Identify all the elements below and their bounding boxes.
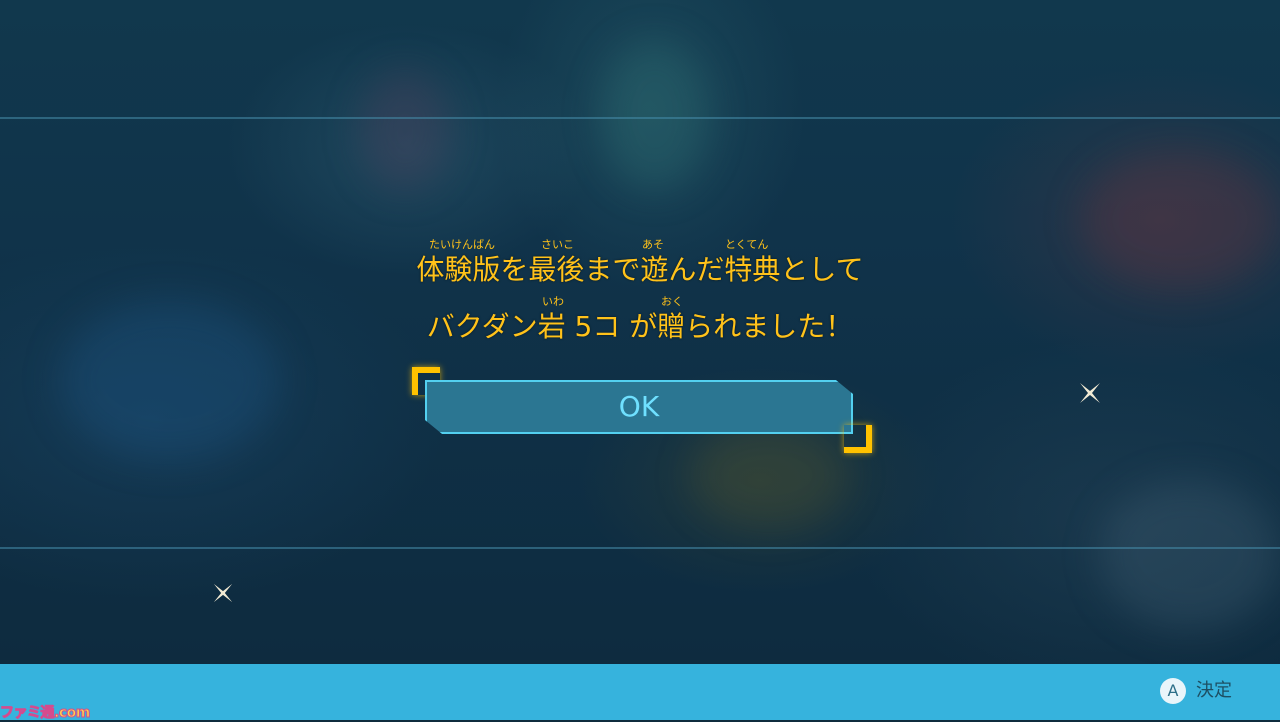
sparkle-icon <box>1080 383 1100 403</box>
a-button-icon: A <box>1160 678 1186 704</box>
dialog-message-line-2: バクダン岩 5コ が贈られました！ <box>426 310 854 343</box>
background-blob <box>600 40 710 190</box>
dialog-message-line-1: 体験版を最後まで遊んだ特典として <box>416 253 864 286</box>
background-blob <box>1100 480 1280 630</box>
footer-bar <box>0 664 1280 720</box>
selection-cursor-bottom-right <box>844 425 872 453</box>
background-blob <box>360 70 450 190</box>
divider-line-top <box>0 117 1280 119</box>
background-blob <box>690 420 850 530</box>
sparkle-icon <box>213 583 233 603</box>
watermark-logo: ファミ通.com <box>0 705 91 722</box>
divider-line-bottom <box>0 547 1280 549</box>
confirm-hint-label: 決定 <box>1196 680 1232 701</box>
ok-button[interactable] <box>425 380 853 434</box>
